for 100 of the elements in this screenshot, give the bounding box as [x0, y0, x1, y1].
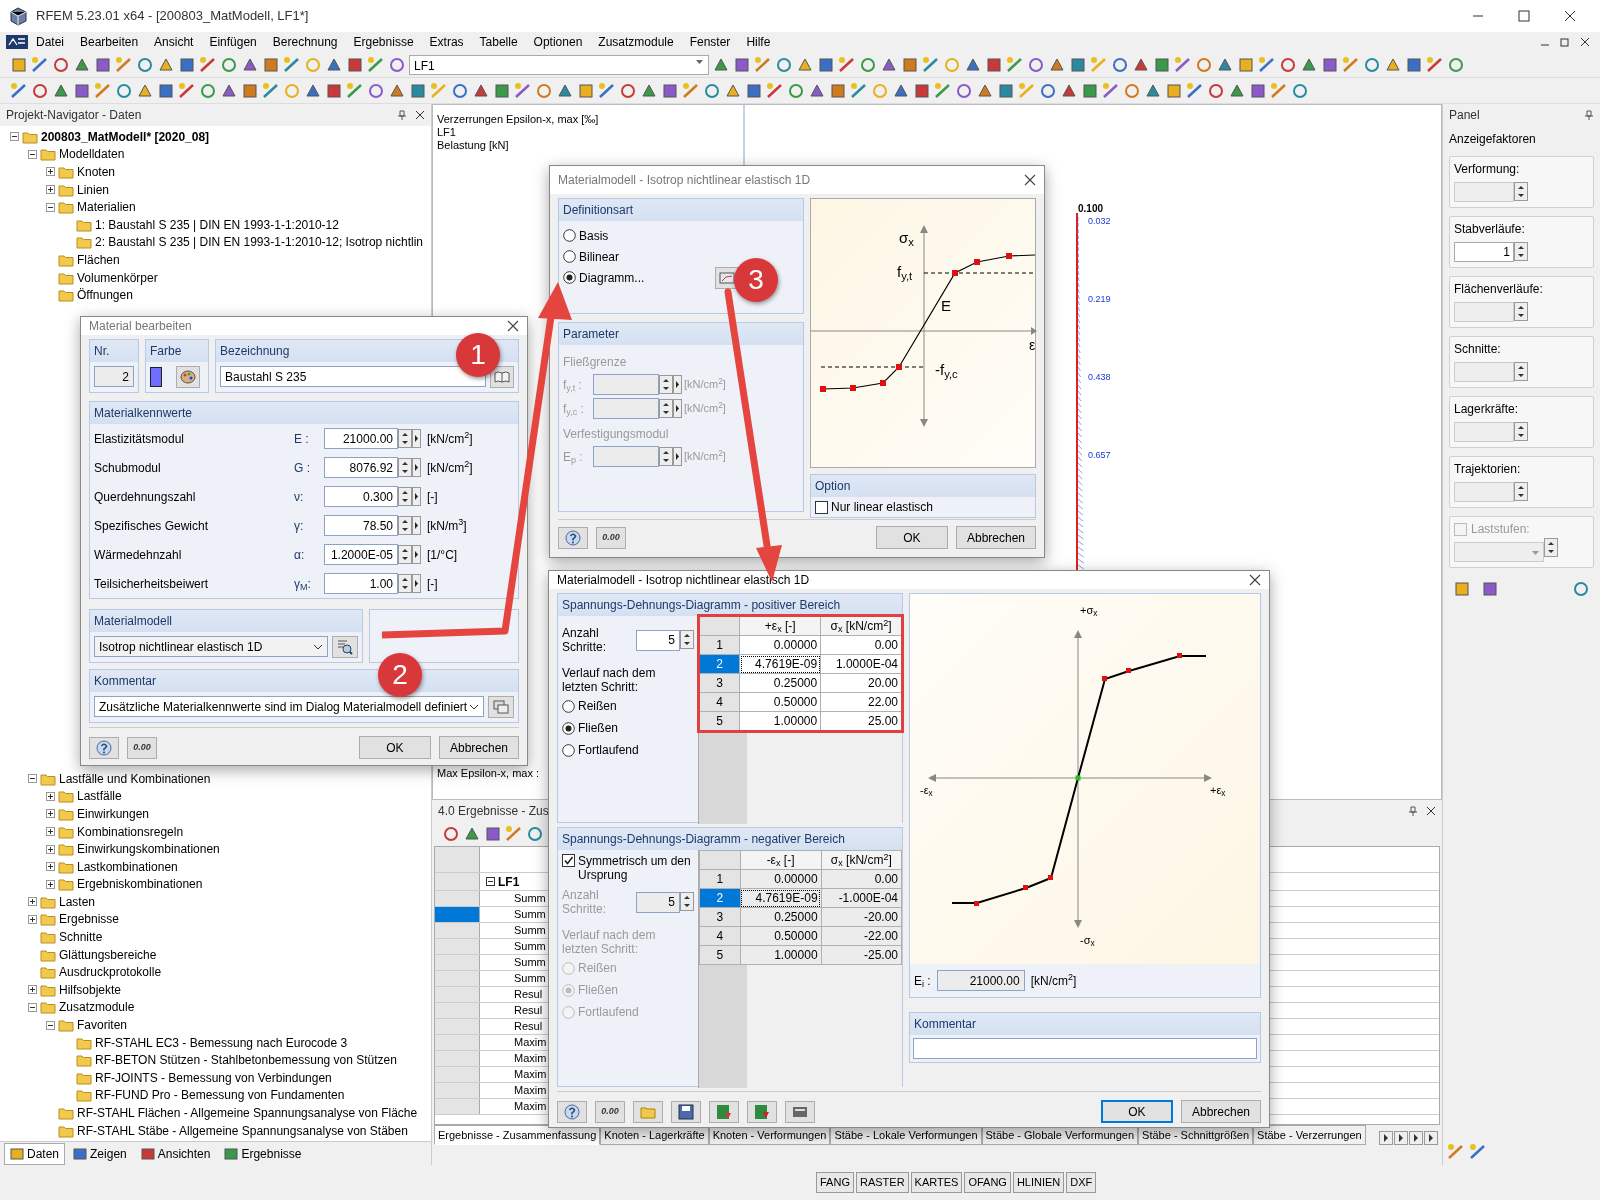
toolbar-icon[interactable]: [199, 55, 217, 74]
number-field[interactable]: 1.2000E-05: [324, 544, 398, 565]
spinner-icon[interactable]: [1514, 182, 1528, 201]
expand-icon[interactable]: [46, 167, 55, 177]
toolbar-icon[interactable]: [1249, 81, 1267, 100]
tree-item[interactable]: Modelldaten: [59, 145, 125, 164]
toolbar-icon[interactable]: [1081, 81, 1099, 100]
toolbar-icon[interactable]: [1321, 55, 1339, 74]
menu-item[interactable]: Tabelle: [471, 33, 526, 51]
toolbar-icon[interactable]: [817, 55, 835, 74]
toolbar-icon[interactable]: [493, 81, 511, 100]
tree-item[interactable]: Knoten: [77, 163, 116, 181]
row-header[interactable]: 3: [699, 673, 740, 693]
close-icon[interactable]: [1426, 806, 1436, 816]
close-icon[interactable]: [1024, 174, 1036, 186]
cancel-button[interactable]: Abbrechen: [438, 736, 519, 759]
toolbar-icon[interactable]: [178, 55, 196, 74]
tree-item[interactable]: Lastfälle: [77, 787, 122, 806]
tree-item[interactable]: 200803_MatModell* [2020_08]: [41, 127, 210, 146]
app-menu-icon[interactable]: [6, 35, 28, 49]
toolbar-icon[interactable]: [733, 55, 751, 74]
number-field[interactable]: 0.300: [324, 486, 398, 507]
toolbar-button[interactable]: [671, 1100, 701, 1123]
toolbar-icon[interactable]: [262, 81, 280, 100]
menu-item[interactable]: Ansicht: [146, 33, 202, 51]
option-label[interactable]: Reißen: [578, 697, 617, 715]
spinner-icon[interactable]: [1514, 482, 1528, 501]
toolbar-icon[interactable]: [505, 825, 523, 843]
spinner-icon[interactable]: [1544, 538, 1558, 557]
toolbar-icon[interactable]: [115, 55, 133, 74]
spinner-icon[interactable]: [398, 458, 412, 477]
spinner-icon[interactable]: [680, 891, 694, 911]
toolbar-icon[interactable]: [94, 55, 112, 74]
maximize-icon[interactable]: [1518, 10, 1530, 22]
cancel-button[interactable]: Abbrechen: [955, 526, 1036, 549]
expand-icon[interactable]: [46, 791, 55, 801]
spinner-icon[interactable]: [1514, 362, 1528, 381]
number-field[interactable]: 1.00: [324, 573, 398, 594]
toolbar-icon[interactable]: [178, 81, 196, 100]
toolbar-icon[interactable]: [1481, 580, 1499, 598]
tree-item[interactable]: Ergebniskombinationen: [77, 875, 203, 894]
toolbar-icon[interactable]: [934, 81, 952, 100]
number-field[interactable]: 78.50: [324, 515, 398, 536]
decimal-places-button[interactable]: 0.00: [596, 526, 626, 549]
comment-field[interactable]: [913, 1038, 1257, 1059]
tree-item[interactable]: RF-FUND Pro - Bemessung von Fundamenten: [95, 1086, 345, 1105]
toolbar-icon[interactable]: [1102, 81, 1120, 100]
dropdown-field[interactable]: Zusätzliche Materialkennwerte sind im Dialog Materialmodell definiert: [94, 696, 484, 717]
toolbar-icon[interactable]: [442, 825, 460, 843]
cancel-button[interactable]: Abbrechen: [1180, 1100, 1261, 1123]
expand-icon[interactable]: [28, 985, 37, 995]
spinner-icon[interactable]: [659, 375, 673, 394]
spinner-icon[interactable]: [1514, 242, 1528, 261]
toolbar-icon[interactable]: [535, 81, 553, 100]
toolbar-icon[interactable]: [598, 81, 616, 100]
tree-item[interactable]: Ergebnisse: [59, 910, 120, 929]
tree-item[interactable]: RF-JOINTS - Bemessung von Verbindungen: [95, 1068, 332, 1087]
spinner-icon[interactable]: [398, 429, 412, 448]
tab-scroll-icon[interactable]: [1409, 1131, 1423, 1145]
toolbar-icon[interactable]: [1447, 55, 1465, 74]
toolbar-icon[interactable]: [346, 81, 364, 100]
expand-icon[interactable]: [46, 185, 55, 195]
row-header[interactable]: 4: [699, 692, 740, 712]
toolbar-icon[interactable]: [526, 825, 544, 843]
expand-icon[interactable]: [46, 862, 55, 872]
toolbar-icon[interactable]: [1426, 55, 1444, 74]
tree-item[interactable]: Lastkombinationen: [77, 857, 178, 876]
toolbar-icon[interactable]: [754, 55, 772, 74]
expand-icon[interactable]: [46, 844, 55, 854]
toolbar-icon[interactable]: [1186, 81, 1204, 100]
toolbar-button[interactable]: [709, 1100, 739, 1123]
help-button[interactable]: [558, 526, 588, 549]
status-toggle[interactable]: DXF: [1066, 1172, 1097, 1193]
pin-icon[interactable]: [1584, 110, 1594, 120]
toolbar-icon[interactable]: [1258, 55, 1276, 74]
library-button[interactable]: [490, 366, 514, 388]
tree-item[interactable]: Einwirkungen: [77, 804, 150, 823]
menu-item[interactable]: Ergebnisse: [345, 33, 422, 51]
toolbar-icon[interactable]: [1069, 55, 1087, 74]
navigator-tab[interactable]: Ergebnisse: [218, 1142, 308, 1165]
expand-icon[interactable]: [46, 809, 55, 819]
expand-icon[interactable]: [46, 827, 55, 836]
toolbar-icon[interactable]: [199, 81, 217, 100]
collapse-icon[interactable]: [46, 202, 55, 212]
spinner-icon[interactable]: [398, 545, 412, 564]
toolbar-icon[interactable]: [367, 81, 385, 100]
status-toggle[interactable]: KARTES: [910, 1172, 963, 1193]
toolbar-icon[interactable]: [157, 81, 175, 100]
toolbar-icon[interactable]: [1123, 81, 1141, 100]
collapse-icon[interactable]: [28, 1002, 37, 1012]
menu-item[interactable]: Einfügen: [201, 33, 265, 51]
spinner-icon[interactable]: [680, 629, 694, 649]
toolbar-icon[interactable]: [10, 55, 28, 74]
spinner-icon[interactable]: [1514, 302, 1528, 321]
decimal-places-button[interactable]: 0.00: [595, 1100, 625, 1123]
menu-item[interactable]: Bearbeiten: [72, 33, 147, 51]
status-toggle[interactable]: OFANG: [964, 1172, 1011, 1193]
toolbar-icon[interactable]: [1291, 81, 1309, 100]
toolbar-icon[interactable]: [409, 81, 427, 100]
spinner-icon[interactable]: [659, 447, 673, 466]
